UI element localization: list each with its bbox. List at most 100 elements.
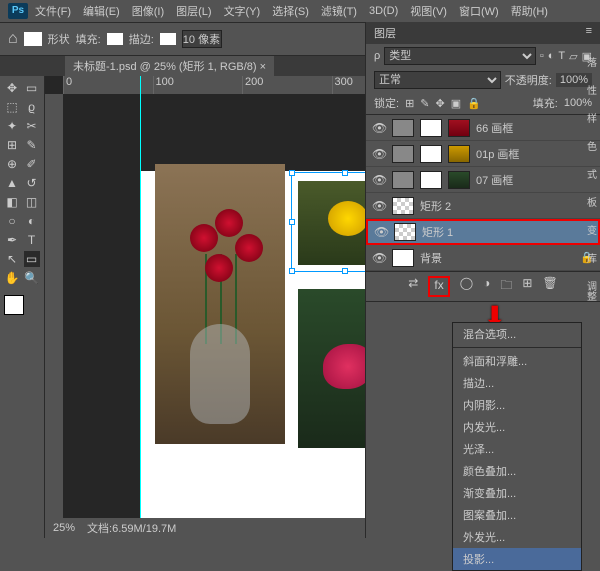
menu-image[interactable]: 图像(I) <box>127 1 169 21</box>
history-brush-icon[interactable]: ↺ <box>24 175 40 191</box>
visibility-icon[interactable]: 👁 <box>372 147 386 161</box>
guide-line[interactable] <box>140 76 141 538</box>
fill-swatch[interactable] <box>107 33 123 45</box>
document-tab[interactable]: 未标题-1.psd @ 25% (矩形 1, RGB/8) × <box>65 56 274 76</box>
layer-name[interactable]: 01p 画框 <box>476 146 594 162</box>
side-tab[interactable]: 落 <box>581 55 600 69</box>
menu-type[interactable]: 文字(Y) <box>219 1 266 21</box>
visibility-icon[interactable]: 👁 <box>372 251 386 265</box>
fx-drop-shadow[interactable]: 投影... <box>453 548 581 570</box>
eyedropper-tool-icon[interactable]: ✎ <box>24 137 40 153</box>
stamp-tool-icon[interactable]: ▲ <box>4 175 20 191</box>
filter-type-icon[interactable]: T <box>558 50 565 62</box>
stroke-width-input[interactable] <box>182 30 222 48</box>
side-tab[interactable]: 库 <box>581 251 600 265</box>
layer-name[interactable]: 矩形 2 <box>420 198 594 214</box>
hand-tool-icon[interactable]: ✋ <box>4 270 20 286</box>
layer-row[interactable]: 👁 07 画框 <box>366 167 600 193</box>
stroke-swatch[interactable] <box>160 33 176 45</box>
visibility-icon[interactable]: 👁 <box>372 121 386 135</box>
visibility-icon[interactable]: 👁 <box>374 225 388 239</box>
zoom-tool-icon[interactable]: 🔍 <box>24 270 40 286</box>
menu-layer[interactable]: 图层(L) <box>171 1 216 21</box>
gradient-tool-icon[interactable]: ◫ <box>24 194 40 210</box>
link-icon[interactable]: ⇄ <box>408 276 418 297</box>
layer-name[interactable]: 66 画框 <box>476 120 594 136</box>
fx-pattern-overlay[interactable]: 图案叠加... <box>453 504 581 526</box>
blend-mode-select[interactable]: 正常 <box>374 71 501 89</box>
filter-pixel-icon[interactable]: ▫ <box>540 50 544 62</box>
rectangle-tool-icon[interactable]: ▭ <box>24 251 40 267</box>
shape-preview[interactable] <box>24 32 42 46</box>
filter-shape-icon[interactable]: ▱ <box>569 50 577 63</box>
zoom-level[interactable]: 25% <box>53 522 75 534</box>
lock-position-icon[interactable]: ✥ <box>436 97 445 110</box>
layer-row-selected[interactable]: 👁 矩形 1 <box>366 219 600 245</box>
menu-file[interactable]: 文件(F) <box>30 1 76 21</box>
eraser-tool-icon[interactable]: ◧ <box>4 194 20 210</box>
visibility-icon[interactable]: 👁 <box>372 199 386 213</box>
menu-view[interactable]: 视图(V) <box>405 1 452 21</box>
filter-adjust-icon[interactable]: ◐ <box>548 50 555 62</box>
blur-tool-icon[interactable]: ○ <box>4 213 20 229</box>
fx-inner-shadow[interactable]: 内阴影... <box>453 394 581 416</box>
color-swatch[interactable] <box>4 295 40 315</box>
fx-gradient-overlay[interactable]: 渐变叠加... <box>453 482 581 504</box>
brush-tool-icon[interactable]: ✐ <box>24 156 40 172</box>
dodge-tool-icon[interactable]: ◐ <box>24 213 40 229</box>
layer-name[interactable]: 矩形 1 <box>422 224 592 240</box>
delete-icon[interactable]: 🗑 <box>542 276 557 297</box>
side-tab[interactable]: 样 <box>581 111 600 125</box>
side-tab[interactable]: 调整 <box>581 279 600 303</box>
lasso-tool-icon[interactable]: ϱ <box>24 99 40 115</box>
visibility-icon[interactable]: 👁 <box>372 173 386 187</box>
panel-menu-icon[interactable]: ≡ <box>586 25 592 41</box>
side-tab[interactable]: 变 <box>581 223 600 237</box>
heal-tool-icon[interactable]: ⊕ <box>4 156 20 172</box>
side-tab[interactable]: 色 <box>581 139 600 153</box>
menu-window[interactable]: 窗口(W) <box>454 1 504 21</box>
layer-row[interactable]: 👁 背景 🔒 <box>366 245 600 271</box>
menu-select[interactable]: 选择(S) <box>267 1 314 21</box>
fx-icon[interactable]: fx <box>428 276 449 297</box>
group-icon[interactable]: 🗀 <box>500 276 512 297</box>
side-tab[interactable]: 性 <box>581 83 600 97</box>
side-tab[interactable]: 式 <box>581 167 600 181</box>
move-tool-icon[interactable]: ✥ <box>4 80 20 96</box>
mask-icon[interactable]: ◯ <box>460 276 473 297</box>
fx-color-overlay[interactable]: 颜色叠加... <box>453 460 581 482</box>
artboard-tool-icon[interactable]: ▭ <box>24 80 40 96</box>
pen-tool-icon[interactable]: ✒ <box>4 232 20 248</box>
side-tab[interactable]: 板 <box>581 195 600 209</box>
lock-transparent-icon[interactable]: ⊞ <box>405 97 414 110</box>
layer-row[interactable]: 👁 矩形 2 <box>366 193 600 219</box>
fx-inner-glow[interactable]: 内发光... <box>453 416 581 438</box>
marquee-tool-icon[interactable]: ⬚ <box>4 99 20 115</box>
fx-outer-glow[interactable]: 外发光... <box>453 526 581 548</box>
lock-all-icon[interactable]: 🔒 <box>467 97 481 110</box>
menu-help[interactable]: 帮助(H) <box>506 1 553 21</box>
layer-kind-select[interactable]: 类型 <box>384 47 536 65</box>
home-icon[interactable]: ⌂ <box>8 30 18 48</box>
wand-tool-icon[interactable]: ✦ <box>4 118 20 134</box>
lock-pixels-icon[interactable]: ✎ <box>420 97 429 110</box>
adjustment-icon[interactable]: ◑ <box>483 276 490 297</box>
fx-blending-options[interactable]: 混合选项... <box>453 323 581 345</box>
layer-row[interactable]: 👁 01p 画框 <box>366 141 600 167</box>
path-tool-icon[interactable]: ↖ <box>4 251 20 267</box>
crop-tool-icon[interactable]: ✂ <box>24 118 40 134</box>
menu-edit[interactable]: 编辑(E) <box>78 1 125 21</box>
frame-tool-icon[interactable]: ⊞ <box>4 137 20 153</box>
fx-satin[interactable]: 光泽... <box>453 438 581 460</box>
layer-name[interactable]: 07 画框 <box>476 172 594 188</box>
lock-artboard-icon[interactable]: ▣ <box>451 97 461 110</box>
menu-filter[interactable]: 滤镜(T) <box>316 1 362 21</box>
tab-close-icon[interactable]: × <box>260 61 266 73</box>
menu-3d[interactable]: 3D(D) <box>364 3 403 19</box>
new-layer-icon[interactable]: ⊞ <box>522 276 532 297</box>
layer-row[interactable]: 👁 66 画框 <box>366 115 600 141</box>
fx-stroke[interactable]: 描边... <box>453 372 581 394</box>
fx-bevel[interactable]: 斜面和浮雕... <box>453 350 581 372</box>
layer-name[interactable]: 背景 <box>420 250 574 266</box>
type-tool-icon[interactable]: T <box>24 232 40 248</box>
